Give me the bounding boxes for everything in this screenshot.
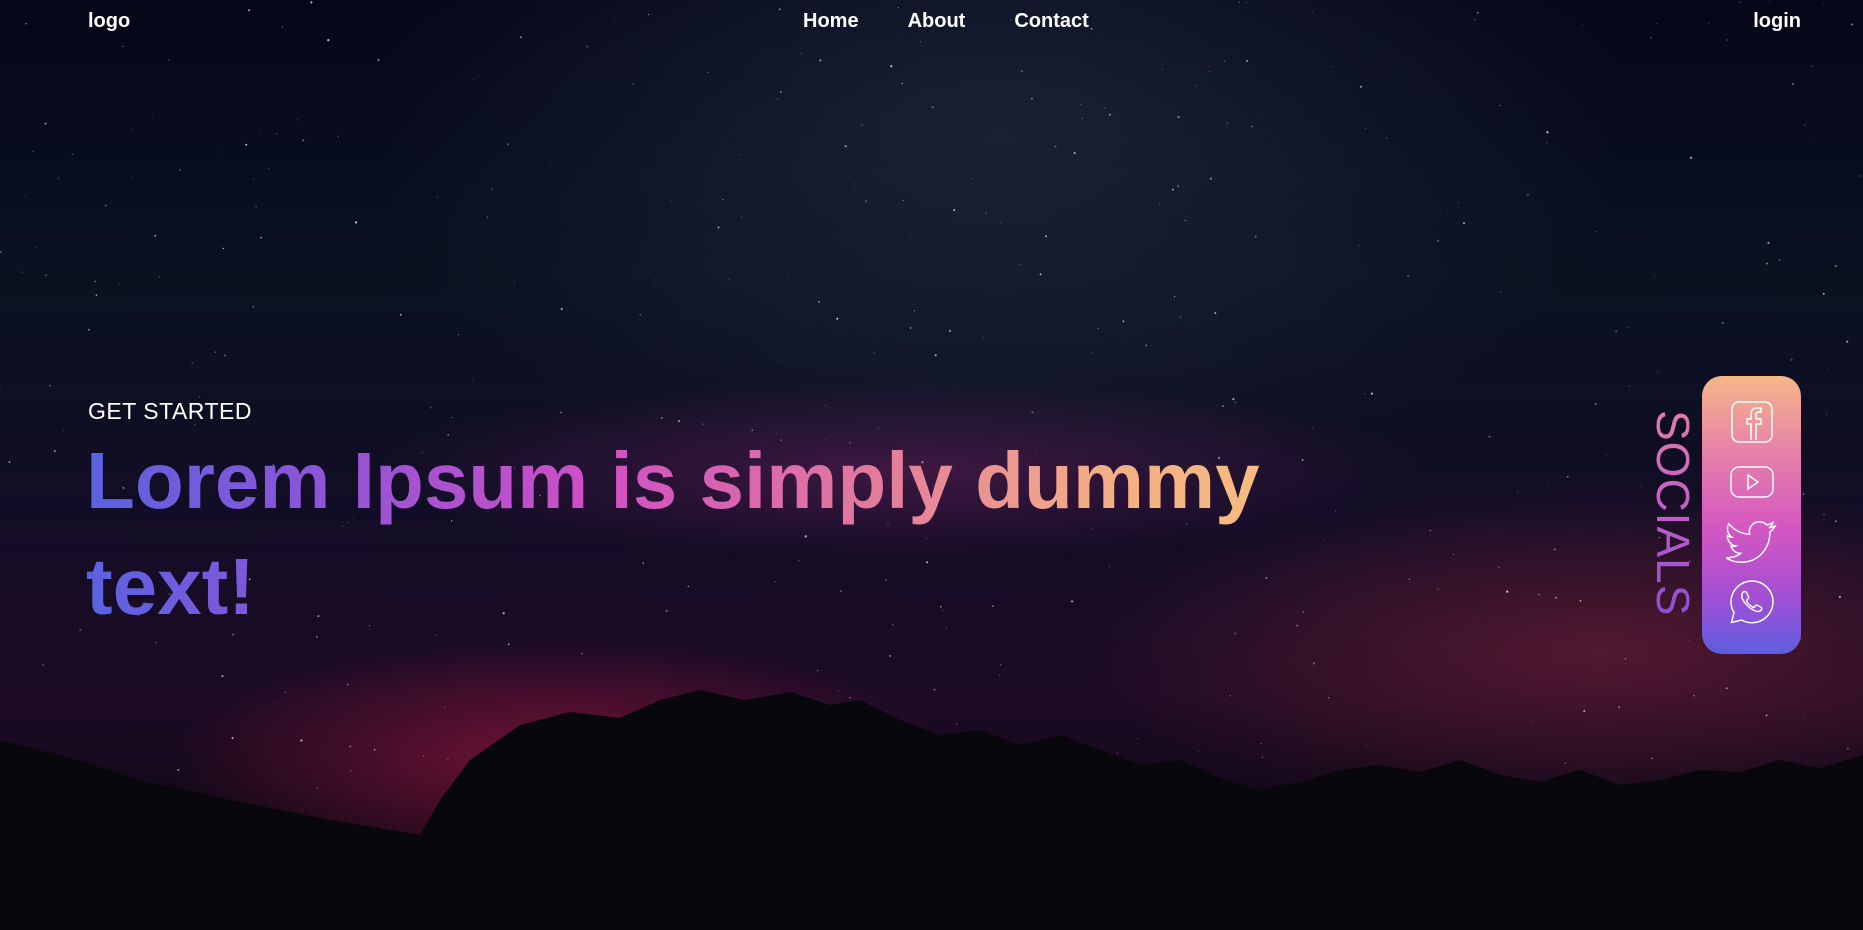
main-nav: Home About Contact <box>803 10 1089 33</box>
whatsapp-icon[interactable] <box>1722 576 1782 628</box>
login-link[interactable]: login <box>1753 10 1801 33</box>
hero-eyebrow: GET STARTED <box>88 398 252 424</box>
socials-label: SOCIALS <box>1647 410 1699 617</box>
facebook-icon[interactable] <box>1722 396 1782 448</box>
twitter-icon[interactable] <box>1722 516 1782 568</box>
site-logo[interactable]: logo <box>88 10 130 33</box>
socials-panel <box>1702 376 1801 654</box>
youtube-icon[interactable] <box>1722 456 1782 508</box>
nav-link-contact[interactable]: Contact <box>1014 10 1088 33</box>
nav-link-home[interactable]: Home <box>803 10 859 33</box>
landing-page: logo Home About Contact login GET STARTE… <box>0 0 1863 930</box>
nav-link-about[interactable]: About <box>908 10 966 33</box>
hero-title: Lorem Ipsum is simply dummy text! <box>86 428 1346 640</box>
